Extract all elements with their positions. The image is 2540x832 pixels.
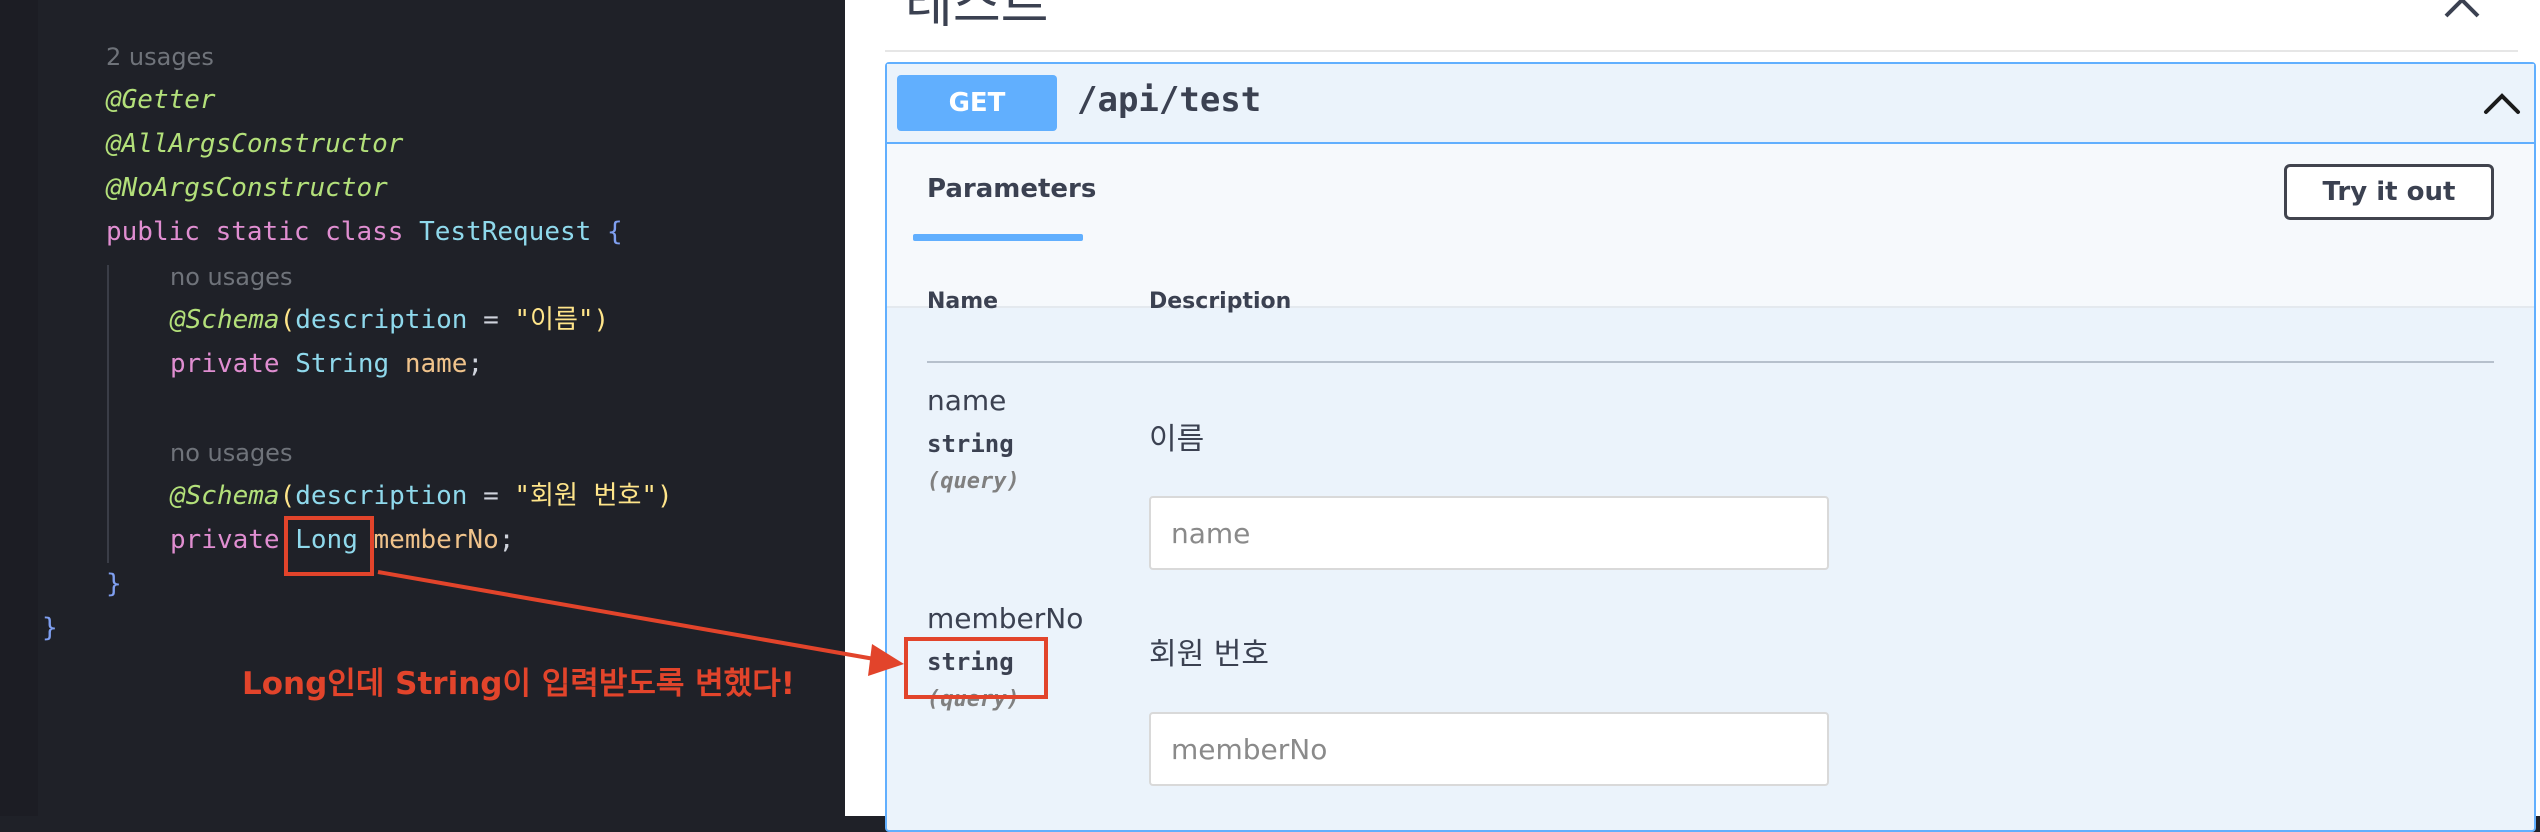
annotation-no-args: @NoArgsConstructor (106, 173, 388, 203)
param-in: (query) (927, 687, 1020, 712)
attr-description: description (295, 481, 468, 511)
operation-block: GET /api/test Parameters Try it out Name… (885, 62, 2536, 832)
annotation-all-args: @AllArgsConstructor (106, 129, 404, 159)
annotation-callout: Long인데 String이 입력받도록 변했다! (242, 666, 795, 702)
param-in: (query) (927, 469, 1020, 494)
class-declaration: public static class TestRequest { (106, 215, 623, 249)
section-divider (885, 50, 2518, 52)
semicolon: ; (498, 525, 515, 555)
type-string: String (295, 349, 390, 379)
try-it-out-button[interactable]: Try it out (2284, 164, 2494, 220)
swagger-panel: 테스트 GET /api/test Parameters Try it out … (845, 0, 2540, 832)
usage-hint-class: 2 usages (106, 43, 214, 71)
usage-hint-name: no usages (170, 263, 293, 291)
section-title: 테스트 (905, 0, 1049, 35)
field-member-line: private Long memberNo; (170, 523, 514, 557)
annotation-getter: @Getter (106, 85, 216, 115)
brace-open: { (606, 217, 623, 247)
equals: = (467, 481, 515, 511)
paren-open: ( (279, 481, 296, 511)
equals: = (467, 305, 515, 335)
paren-open: ( (279, 305, 296, 335)
schema-name-line: @Schema(description = "이름") (170, 303, 609, 337)
column-description: Description (1149, 289, 1292, 314)
param-description: 회원 번호 (1149, 637, 1269, 672)
type-long: Long (295, 525, 358, 555)
param-name: memberNo (927, 602, 1084, 635)
tab-parameters[interactable]: Parameters (927, 174, 1096, 204)
param-description: 이름 (1149, 422, 1205, 457)
kw-class: class (325, 217, 404, 247)
kw-private: private (170, 525, 280, 555)
param-name: name (927, 384, 1007, 417)
editor-gutter (0, 0, 38, 816)
indent-guide (107, 265, 109, 563)
param-memberno-input[interactable] (1149, 712, 1829, 786)
param-type: string (927, 430, 1014, 458)
endpoint-path: /api/test (1077, 80, 1262, 120)
method-badge: GET (897, 75, 1057, 131)
outer-brace-close: } (42, 613, 58, 643)
operation-header[interactable]: GET /api/test (887, 64, 2534, 144)
annotation-schema: @Schema (170, 481, 280, 511)
header-divider (927, 361, 2494, 363)
param-type: string (927, 648, 1014, 676)
schema-member-line: @Schema(description = "회원 번호") (170, 479, 673, 513)
chevron-up-icon[interactable] (2480, 82, 2524, 126)
paren-close: ) (657, 481, 673, 511)
kw-static: static (215, 217, 310, 247)
attr-description: description (295, 305, 468, 335)
field-name: name (404, 349, 468, 379)
desc-name: "이름" (514, 305, 594, 335)
class-name: TestRequest (419, 217, 592, 247)
annotation-schema: @Schema (170, 305, 280, 335)
field-name-line: private String name; (170, 347, 483, 381)
column-name: Name (927, 289, 999, 314)
param-name-input[interactable] (1149, 496, 1829, 570)
paren-close: ) (593, 305, 610, 335)
tab-indicator (913, 234, 1083, 241)
field-member: memberNo (373, 525, 499, 555)
usage-hint-member: no usages (170, 439, 293, 467)
kw-private: private (170, 349, 280, 379)
kw-public: public (106, 217, 200, 247)
semicolon: ; (467, 349, 484, 379)
brace-close: } (106, 569, 122, 599)
desc-member: "회원 번호" (514, 481, 658, 511)
close-icon[interactable] (2442, 0, 2482, 20)
